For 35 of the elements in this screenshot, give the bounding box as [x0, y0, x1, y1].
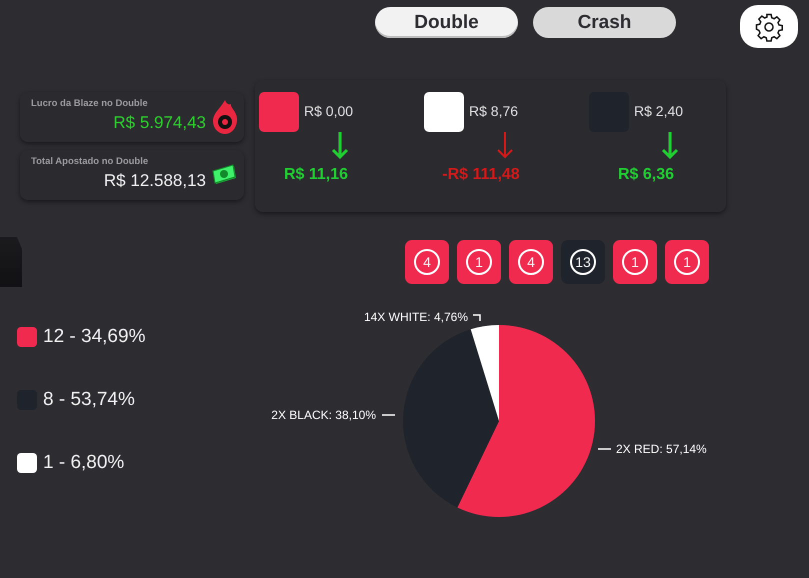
leader-line: [473, 314, 481, 321]
down-arrow-icon: [331, 132, 349, 160]
settings-button[interactable]: [740, 5, 798, 48]
leader-line: [598, 448, 611, 450]
stat-value: R$ 5.974,43: [113, 113, 206, 133]
slice-label: 2X RED: 57,14%: [616, 442, 707, 456]
leader-line: [382, 414, 395, 416]
stat-label: Lucro da Blaze no Double: [31, 98, 148, 109]
legend-label: 12 - 34,69%: [43, 326, 146, 348]
legend-label: 8 - 53,74%: [43, 389, 135, 411]
bet-amount: R$ 8,76: [469, 103, 518, 119]
bet-result: R$ 11,16: [284, 166, 348, 184]
down-arrow-icon: [661, 132, 679, 160]
result-tile: 4: [405, 240, 449, 284]
bet-amount: R$ 2,40: [634, 103, 684, 119]
bet-result: R$ 6,36: [618, 166, 674, 184]
side-panel: [0, 237, 22, 287]
mode-tab[interactable]: Crash: [533, 7, 676, 38]
mode-tab[interactable]: Double: [375, 7, 518, 38]
result-tile: 1: [457, 240, 501, 284]
bet-result: -R$ 111,48: [442, 166, 520, 184]
bet-amount: R$ 0,00: [304, 103, 354, 119]
down-arrow-icon: [496, 132, 514, 160]
settings-icon: [754, 12, 784, 42]
result-tile: 13: [561, 240, 605, 284]
result-tile: 4: [509, 240, 553, 284]
money-icon: [212, 164, 238, 186]
result-tile: 1: [665, 240, 709, 284]
stat-value: R$ 12.588,13: [104, 171, 206, 191]
legend-label: 1 - 6,80%: [43, 452, 124, 474]
flame-coin-icon: [212, 100, 238, 134]
slice-label: 2X BLACK: 38,10%: [271, 408, 376, 422]
result-tile: 1: [613, 240, 657, 284]
slice-label: 14X WHITE: 4,76%: [364, 310, 468, 324]
stat-label: Total Apostado no Double: [31, 156, 148, 167]
